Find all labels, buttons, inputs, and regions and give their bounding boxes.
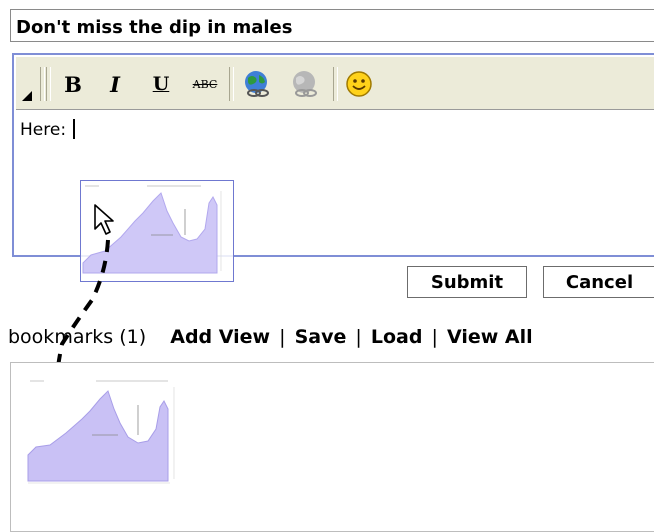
toolbar-separator — [40, 67, 45, 101]
collapse-toolbar-icon[interactable] — [20, 85, 34, 103]
editor-toolbar: B I U ABC — [16, 57, 654, 110]
editor-text: Here: — [20, 120, 72, 140]
remove-link-button[interactable] — [288, 65, 322, 103]
bold-button[interactable]: B — [56, 65, 90, 103]
submit-button[interactable]: Submit — [407, 266, 527, 298]
insert-smiley-button[interactable] — [342, 65, 376, 103]
globe-unlink-icon — [293, 71, 317, 97]
bookmark-chart-thumbnail — [27, 380, 175, 484]
strikethrough-button[interactable]: ABC — [188, 65, 222, 103]
link-separator: | — [431, 326, 438, 348]
smiley-icon — [346, 71, 372, 97]
add-view-link[interactable]: Add View — [170, 326, 270, 348]
toolbar-separator — [333, 67, 338, 101]
link-separator: | — [279, 326, 286, 348]
cancel-button[interactable]: Cancel — [543, 266, 654, 298]
bookmark-thumbnail[interactable] — [26, 375, 196, 490]
globe-link-icon — [245, 71, 269, 97]
dragged-view-thumbnail[interactable] — [80, 180, 234, 282]
underline-button[interactable]: U — [144, 65, 178, 103]
load-link[interactable]: Load — [371, 326, 423, 348]
italic-button[interactable]: I — [98, 65, 132, 103]
bookmarks-panel — [10, 362, 654, 532]
view-all-link[interactable]: View All — [447, 326, 533, 348]
bookmarks-count-label: bookmarks (1) — [8, 326, 147, 348]
link-separator: | — [355, 326, 362, 348]
toolbar-separator — [46, 67, 51, 101]
text-caret — [73, 119, 76, 139]
bookmarks-bar: bookmarks (1) Add View | Save | Load | V… — [8, 326, 533, 348]
toolbar-separator — [229, 67, 234, 101]
insert-link-button[interactable] — [240, 65, 274, 103]
title-input[interactable] — [10, 9, 654, 42]
mouse-cursor-icon — [94, 204, 114, 235]
save-link[interactable]: Save — [295, 326, 347, 348]
